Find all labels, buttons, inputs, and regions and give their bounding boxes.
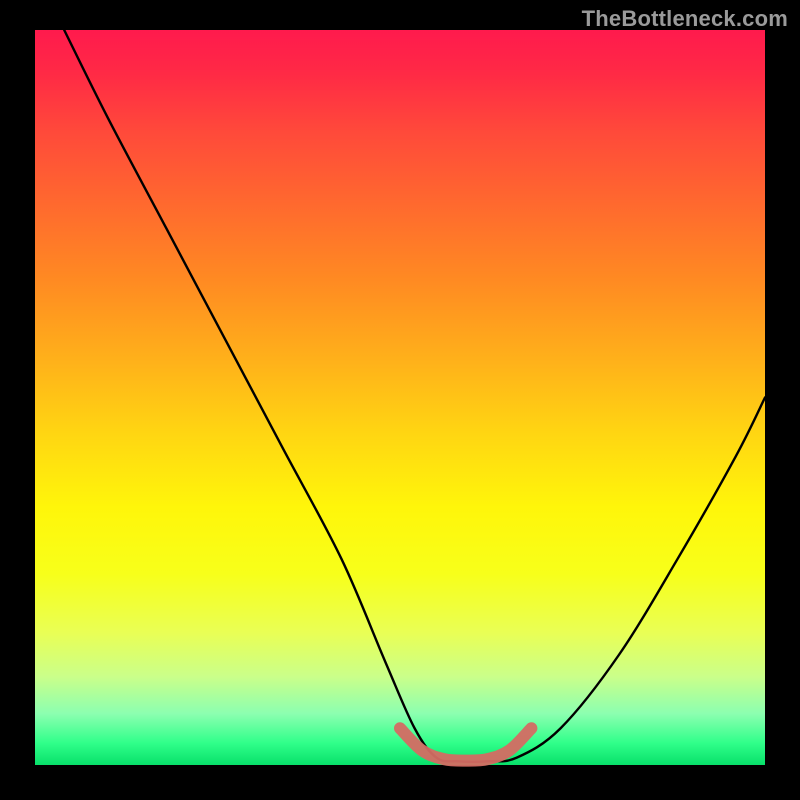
chart-frame: TheBottleneck.com <box>0 0 800 800</box>
plot-background <box>35 30 765 765</box>
watermark-label: TheBottleneck.com <box>582 6 788 32</box>
